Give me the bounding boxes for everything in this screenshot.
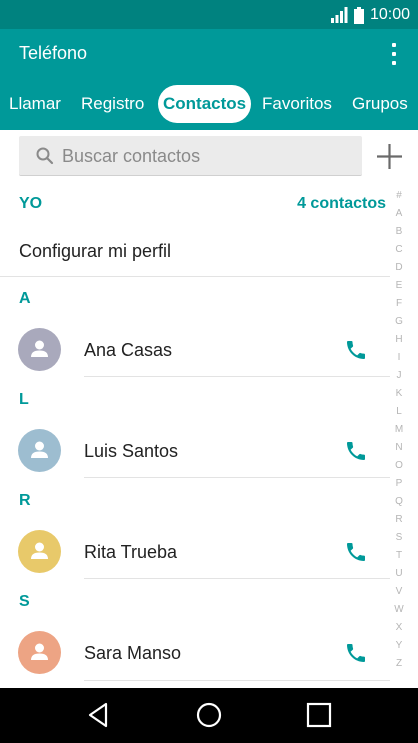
overflow-menu-icon[interactable] (388, 41, 400, 67)
phone-icon[interactable] (344, 641, 368, 665)
person-icon (31, 643, 48, 660)
plus-icon[interactable] (376, 143, 403, 170)
section-header-s: S (19, 593, 30, 610)
index-letter[interactable]: H (391, 334, 407, 345)
divider (0, 276, 390, 277)
phone-icon[interactable] (344, 540, 368, 564)
index-letter[interactable]: W (391, 604, 407, 615)
section-header-l: L (19, 391, 29, 408)
recents-icon[interactable] (304, 700, 334, 730)
battery-icon (353, 6, 364, 24)
contact-name: Luis Santos (84, 441, 179, 461)
divider (84, 578, 390, 579)
tab-favoritos[interactable]: Favoritos (262, 85, 332, 123)
divider (84, 376, 390, 377)
index-letter[interactable]: Y (391, 640, 407, 651)
index-letter[interactable]: S (391, 532, 407, 543)
navigation-bar (0, 688, 418, 743)
divider (84, 680, 390, 681)
contact-name: Ana Casas (84, 340, 173, 360)
search-placeholder: Buscar contactos (62, 146, 201, 166)
tab-registro[interactable]: Registro (81, 85, 144, 123)
tab-contactos[interactable]: Contactos (158, 85, 252, 123)
phone-icon[interactable] (344, 439, 368, 463)
person-icon (31, 441, 48, 458)
avatar (18, 530, 61, 573)
avatar (18, 429, 61, 472)
index-letter[interactable]: D (391, 262, 407, 273)
index-letter[interactable]: K (391, 388, 407, 399)
app-title: Teléfono (19, 43, 88, 63)
index-letter[interactable]: Q (391, 496, 407, 507)
index-letter[interactable]: E (391, 280, 407, 291)
status-time: 10:00 (369, 6, 410, 23)
back-icon[interactable] (84, 700, 114, 730)
contact-name: Sara Manso (84, 643, 182, 663)
index-letter[interactable]: C (391, 244, 407, 255)
contact-row[interactable]: Rita Trueba (0, 510, 390, 596)
section-header-a: A (19, 290, 31, 307)
index-letter[interactable]: G (391, 316, 407, 327)
index-letter[interactable]: T (391, 550, 407, 561)
person-icon (31, 542, 48, 559)
index-letter[interactable]: I (391, 352, 407, 363)
index-letter[interactable]: Z (391, 658, 407, 669)
home-icon[interactable] (194, 700, 224, 730)
person-icon (31, 340, 48, 357)
index-letter[interactable]: A (391, 208, 407, 219)
contact-row[interactable]: Ana Casas (0, 308, 390, 394)
avatar (18, 631, 61, 674)
search-icon (36, 147, 54, 165)
signal-icon (330, 7, 348, 23)
index-letter[interactable]: B (391, 226, 407, 237)
avatar (18, 328, 61, 371)
index-letter[interactable]: M (391, 424, 407, 435)
index-letter[interactable]: N (391, 442, 407, 453)
status-icons: 10:00 (330, 5, 410, 25)
tab-grupos[interactable]: Grupos (352, 85, 408, 123)
status-bar: 10:00 (0, 0, 418, 29)
phone-icon[interactable] (344, 338, 368, 362)
contacts-count: 4 contactos (297, 195, 386, 212)
contact-row[interactable]: Luis Santos (0, 409, 390, 495)
index-letter[interactable]: F (391, 298, 407, 309)
tab-llamar[interactable]: Llamar (9, 85, 61, 123)
index-letter[interactable]: J (391, 370, 407, 381)
setup-profile-label: Configurar mi perfil (19, 241, 172, 261)
index-letter[interactable]: # (391, 190, 407, 201)
contact-name: Rita Trueba (84, 542, 178, 562)
search-input[interactable]: Buscar contactos (19, 136, 362, 176)
app-bar: Teléfono Llamar Registro Contactos Favor… (0, 29, 418, 130)
index-letter[interactable]: X (391, 622, 407, 633)
index-letter[interactable]: L (391, 406, 407, 417)
setup-profile-row[interactable]: Configurar mi perfil (0, 225, 390, 277)
index-letter[interactable]: R (391, 514, 407, 525)
divider (84, 477, 390, 478)
section-header-r: R (19, 492, 31, 509)
index-letter[interactable]: U (391, 568, 407, 579)
contact-row[interactable]: Sara Manso (0, 611, 390, 697)
tab-bar: Llamar Registro Contactos Favoritos Grup… (0, 85, 418, 125)
index-letter[interactable]: P (391, 478, 407, 489)
index-letter[interactable]: O (391, 460, 407, 471)
index-letter[interactable]: V (391, 586, 407, 597)
section-header-yo: YO (19, 195, 43, 212)
